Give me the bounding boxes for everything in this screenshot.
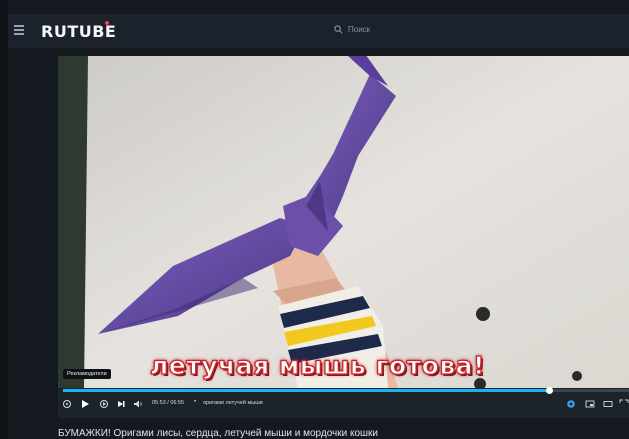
chapter-title[interactable]: оригами летучей мыши: [203, 400, 263, 406]
miniplayer-icon[interactable]: [585, 399, 595, 409]
video-caption: летучая мышь готова!: [149, 350, 485, 380]
logo-dot-icon: [105, 21, 109, 25]
hamburger-icon[interactable]: [14, 25, 24, 35]
settings-icon[interactable]: [566, 399, 576, 409]
search-box[interactable]: Поиск: [334, 23, 534, 39]
fullscreen-icon[interactable]: [619, 399, 629, 409]
video-player[interactable]: летучая мышь готова! Рекламодатели 05:53…: [58, 56, 629, 418]
theater-icon[interactable]: [603, 399, 613, 409]
progress-knob[interactable]: [546, 387, 554, 394]
search-icon[interactable]: [334, 25, 343, 34]
video-frame[interactable]: [58, 56, 629, 388]
top-bar: RUTUBE Поиск: [8, 14, 629, 48]
player-controls: 05:53 / 06:55 • оригами летучей мыши: [58, 396, 629, 414]
left-edge: [0, 0, 8, 439]
advertiser-tooltip: Рекламодатели: [63, 369, 111, 379]
progress-fill: [63, 389, 550, 392]
time-display: 05:53 / 06:55: [152, 400, 185, 406]
rutube-logo[interactable]: RUTUBE: [41, 22, 116, 41]
video-title[interactable]: БУМАЖКИ! Оригами лисы, сердца, летучей м…: [58, 428, 378, 439]
search-input[interactable]: Поиск: [348, 25, 370, 34]
next-icon[interactable]: [116, 399, 126, 409]
volume-icon[interactable]: [133, 399, 143, 409]
progress-bar[interactable]: [63, 387, 629, 394]
skip-back-icon[interactable]: [99, 399, 109, 409]
separator-dot: •: [194, 399, 197, 405]
replay-icon[interactable]: [62, 399, 72, 409]
play-icon[interactable]: [80, 399, 90, 409]
